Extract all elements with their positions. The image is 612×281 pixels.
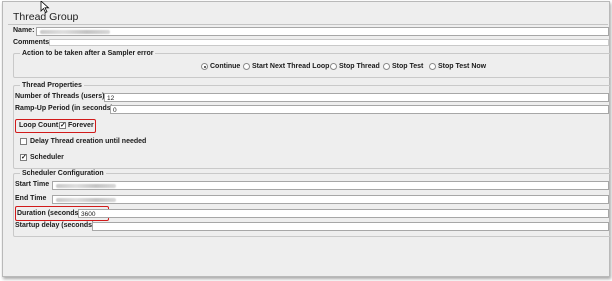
- redacted-start-time: [56, 184, 116, 188]
- scheduler-label: Scheduler: [30, 154, 64, 161]
- thread-group-window: Thread Group Name: Comments: Action to b…: [2, 1, 611, 277]
- duration-input[interactable]: 3600: [78, 209, 609, 218]
- name-field[interactable]: [36, 27, 609, 36]
- redacted-end-time: [56, 198, 116, 202]
- delay-checkbox[interactable]: [20, 138, 27, 145]
- comments-field[interactable]: [49, 39, 609, 46]
- scheduler-config-legend: Scheduler Configuration: [20, 169, 106, 178]
- forever-checkbox[interactable]: ✓: [59, 122, 66, 129]
- delay-label: Delay Thread creation until needed: [30, 138, 147, 145]
- threads-input[interactable]: 12: [104, 93, 609, 102]
- radio-continue[interactable]: [201, 63, 208, 70]
- scheduler-checkbox[interactable]: ✓: [20, 154, 27, 161]
- comments-label: Comments:: [13, 39, 52, 46]
- startup-delay-input[interactable]: [92, 222, 609, 231]
- rampup-input[interactable]: 0: [110, 105, 609, 114]
- redacted-name: [40, 30, 110, 34]
- end-time-input[interactable]: [52, 195, 609, 204]
- radio-stop-test[interactable]: [383, 63, 390, 70]
- duration-label: Duration (seconds): [17, 210, 81, 217]
- radio-continue-label: Continue: [210, 63, 241, 70]
- rampup-label: Ramp-Up Period (in seconds):: [15, 105, 116, 112]
- end-time-label: End Time: [15, 195, 47, 202]
- radio-start-next-loop-label: Start Next Thread Loop: [252, 63, 330, 70]
- radio-stop-test-now-label: Stop Test Now: [438, 63, 487, 70]
- name-label: Name:: [13, 27, 35, 34]
- start-time-label: Start Time: [15, 181, 50, 188]
- radio-stop-test-now[interactable]: [429, 63, 436, 70]
- sampler-error-legend: Action to be taken after a Sampler error: [20, 49, 156, 58]
- loop-count-label: Loop Count:: [19, 122, 61, 129]
- forever-label: Forever: [68, 122, 94, 129]
- start-time-input[interactable]: [52, 181, 609, 190]
- radio-start-next-loop[interactable]: [243, 63, 250, 70]
- title-divider: [8, 24, 608, 25]
- page-title: Thread Group: [13, 11, 79, 23]
- startup-delay-label: Startup delay (seconds): [15, 222, 95, 229]
- radio-stop-thread-label: Stop Thread: [339, 63, 380, 70]
- thread-properties-legend: Thread Properties: [20, 81, 84, 90]
- radio-stop-test-label: Stop Test: [392, 63, 424, 70]
- radio-stop-thread[interactable]: [330, 63, 337, 70]
- threads-label: Number of Threads (users):: [15, 93, 107, 100]
